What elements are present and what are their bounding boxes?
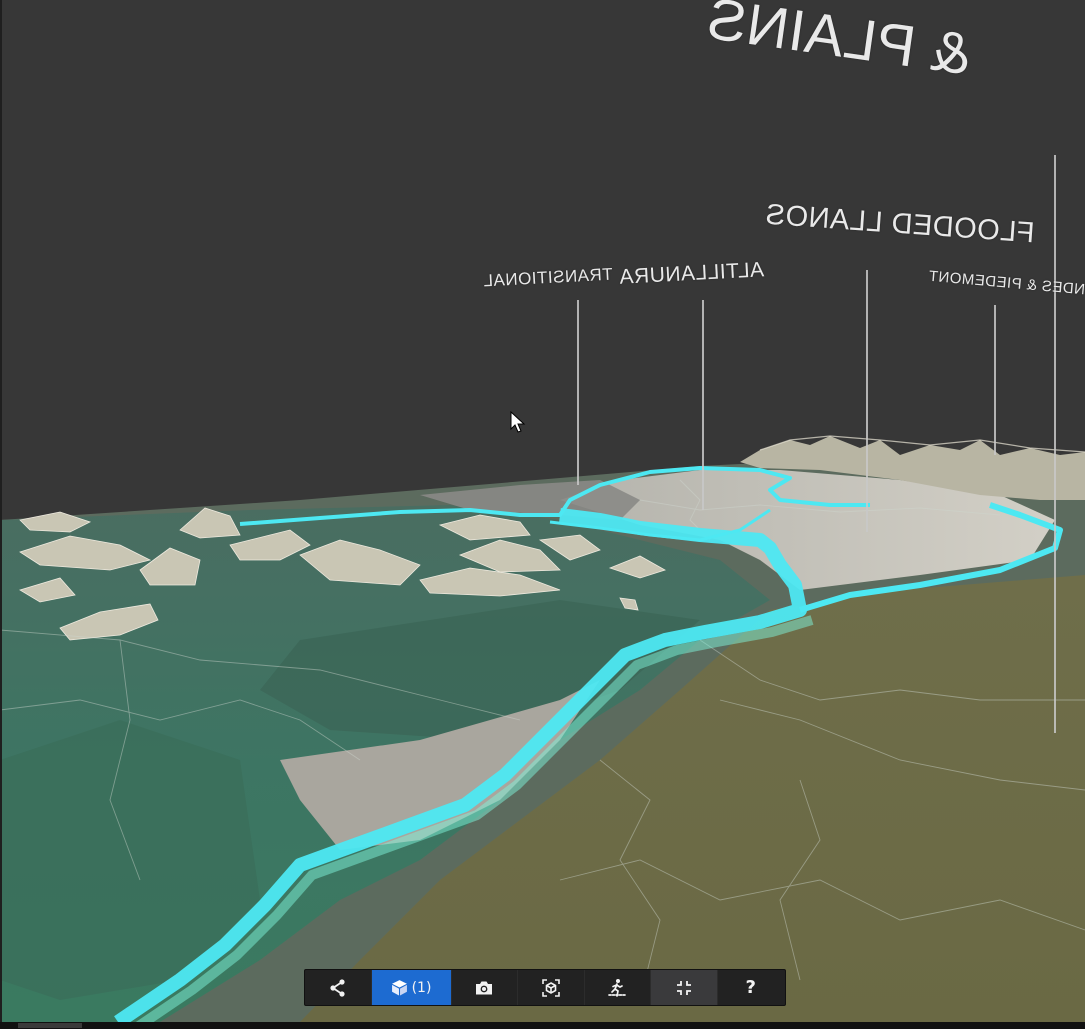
mouse-cursor-icon (510, 411, 526, 433)
walking-person-icon (608, 978, 627, 997)
help-button[interactable]: ? (718, 970, 785, 1005)
focus-frame-icon (541, 978, 560, 997)
leader-line-transitional (577, 300, 579, 485)
walk-mode-button[interactable] (585, 970, 651, 1005)
exit-fullscreen-icon (676, 980, 691, 995)
leader-line-altillanura (702, 300, 704, 510)
share-button[interactable] (305, 970, 372, 1005)
map-viewport[interactable]: & PLAINS FLOODED LLANOS ANDES & PIEDEMON… (0, 0, 1085, 1029)
scroll-thumb[interactable] (18, 1023, 82, 1028)
layers-button[interactable]: (1) (371, 970, 452, 1005)
terrain-scene[interactable] (0, 0, 1085, 1029)
leader-line-plains (1054, 155, 1056, 733)
layers-count: (1) (411, 979, 432, 996)
leader-line-andes (994, 305, 996, 455)
camera-icon (476, 981, 493, 994)
cube-icon (391, 980, 407, 996)
viewer-toolbar: (1) ? (304, 969, 786, 1006)
help-icon: ? (745, 977, 756, 998)
share-icon (330, 978, 345, 997)
exit-fullscreen-button[interactable] (651, 970, 718, 1005)
screenshot-button[interactable] (452, 970, 518, 1005)
leader-line-flooded-llanos (866, 270, 868, 532)
bottom-scroll-strip (0, 1022, 1085, 1029)
focus-button[interactable] (518, 970, 585, 1005)
viewport-edge (0, 0, 2, 1022)
